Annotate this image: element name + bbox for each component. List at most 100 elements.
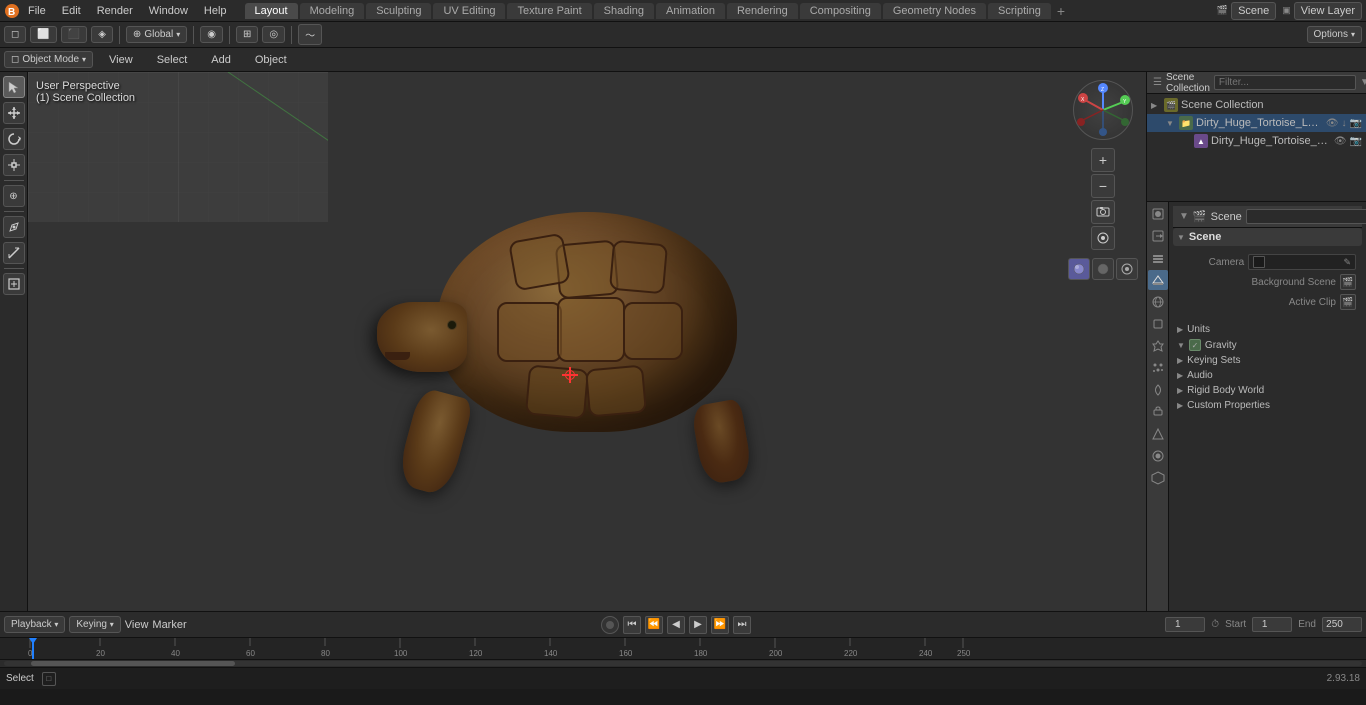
prop-tab-world[interactable] xyxy=(1148,292,1168,312)
outliner-scene-collection[interactable]: ▶ 🎬 Scene Collection xyxy=(1147,96,1366,114)
prop-tab-view-layer[interactable] xyxy=(1148,248,1168,268)
hide-viewport-icon[interactable]: 👁 xyxy=(1326,118,1339,129)
nav-view[interactable]: View xyxy=(101,52,141,68)
viewport-3d[interactable]: User Perspective (1) Scene Collection Z … xyxy=(28,72,1146,611)
outliner-item-tortoise-mesh[interactable]: ▲ Dirty_Huge_Tortoise_Lyir... 👁 📷 xyxy=(1147,132,1366,150)
timeline-scrollbar[interactable] xyxy=(0,659,1366,667)
prop-tab-modifier[interactable] xyxy=(1148,336,1168,356)
timeline-scrubber[interactable]: 0 20 40 60 80 100 120 140 160 180 200 22… xyxy=(0,637,1366,659)
jump-to-start-btn[interactable]: ⏮ xyxy=(623,616,641,634)
camera-prop-value[interactable]: ✎ xyxy=(1248,254,1356,270)
outliner-item-tortoise-collection[interactable]: ▼ 📁 Dirty_Huge_Tortoise_Lying_P... 👁 ↓ 📷 xyxy=(1147,114,1366,132)
curve-btn[interactable]: 〜 xyxy=(298,24,322,45)
prop-tab-particles[interactable] xyxy=(1148,358,1168,378)
menu-help[interactable]: Help xyxy=(196,3,235,19)
prop-tab-constraints[interactable] xyxy=(1148,402,1168,422)
prop-tab-output[interactable] xyxy=(1148,226,1168,246)
prop-tab-material[interactable] xyxy=(1148,446,1168,466)
gravity-section-header[interactable]: ▼ ✓ Gravity xyxy=(1173,337,1362,353)
zoom-out-btn[interactable]: − xyxy=(1091,174,1115,198)
tab-geometry-nodes[interactable]: Geometry Nodes xyxy=(883,3,986,19)
hide-select-icon[interactable]: ↓ xyxy=(1342,118,1347,129)
add-object-btn[interactable] xyxy=(3,273,25,295)
prop-tab-physics[interactable] xyxy=(1148,380,1168,400)
timeline-scrollbar-track[interactable] xyxy=(4,661,1362,666)
tab-scripting[interactable]: Scripting xyxy=(988,3,1051,19)
prop-tab-object[interactable] xyxy=(1148,314,1168,334)
zoom-in-btn[interactable]: + xyxy=(1091,148,1115,172)
scene-section-header[interactable]: ▼ Scene xyxy=(1173,228,1362,246)
mesh-hide-render-icon[interactable]: 📷 xyxy=(1350,136,1362,147)
viewport-shading-material-btn[interactable] xyxy=(1092,258,1114,280)
prop-tab-data[interactable] xyxy=(1148,424,1168,444)
jump-to-end-btn[interactable]: ⏭ xyxy=(733,616,751,634)
outliner-filter-btn[interactable]: ▼ xyxy=(1360,77,1366,88)
timeline-marker-menu[interactable]: Marker xyxy=(152,619,186,631)
menu-edit[interactable]: Edit xyxy=(54,3,89,19)
mesh-hide-viewport-icon[interactable]: 👁 xyxy=(1334,136,1347,147)
current-frame-input[interactable] xyxy=(1165,617,1205,632)
tab-texture-paint[interactable]: Texture Paint xyxy=(507,3,591,19)
prop-tab-render[interactable] xyxy=(1148,204,1168,224)
measure-tool-btn[interactable] xyxy=(3,242,25,264)
tab-rendering[interactable]: Rendering xyxy=(727,3,798,19)
hide-render-icon[interactable]: 📷 xyxy=(1350,118,1362,129)
view-overlay-btn[interactable] xyxy=(1091,226,1115,250)
menu-window[interactable]: Window xyxy=(141,3,196,19)
nav-select[interactable]: Select xyxy=(149,52,196,68)
proportional-btn[interactable]: ◎ xyxy=(262,26,285,43)
step-back-btn[interactable]: ⏪ xyxy=(645,616,663,634)
viewport-shading-solid-btn[interactable] xyxy=(1068,258,1090,280)
nav-add[interactable]: Add xyxy=(203,52,239,68)
transform-tool-btn[interactable]: ⊕ xyxy=(3,185,25,207)
object-mode-dropdown[interactable]: ◻ Object Mode ▾ xyxy=(4,51,93,68)
prop-tab-scene[interactable] xyxy=(1148,270,1168,290)
step-forward-btn[interactable]: ⏩ xyxy=(711,616,729,634)
mode-toggle-btn[interactable]: ◻ xyxy=(4,26,26,43)
tab-compositing[interactable]: Compositing xyxy=(800,3,881,19)
camera-edit-icon[interactable]: ✎ xyxy=(1343,257,1351,268)
view-layer-dropdown[interactable]: View Layer xyxy=(1294,2,1362,20)
audio-section-header[interactable]: ▶ Audio xyxy=(1173,368,1362,383)
units-section-header[interactable]: ▶ Units xyxy=(1173,322,1362,337)
active-clip-icon-btn[interactable]: 🎬 xyxy=(1340,294,1356,310)
custom-properties-section-header[interactable]: ▶ Custom Properties xyxy=(1173,398,1362,413)
keying-dropdown[interactable]: Keying ▾ xyxy=(69,616,120,633)
camera-btn[interactable] xyxy=(1091,200,1115,224)
gravity-checkbox[interactable]: ✓ xyxy=(1189,339,1201,351)
properties-search-input[interactable] xyxy=(1246,209,1366,224)
reverse-play-btn[interactable]: ◀ xyxy=(667,616,685,634)
move-tool-btn[interactable] xyxy=(3,102,25,124)
timeline-view-menu[interactable]: View xyxy=(125,619,149,631)
play-btn[interactable]: ▶ xyxy=(689,616,707,634)
tab-sculpting[interactable]: Sculpting xyxy=(366,3,431,19)
keying-sets-section-header[interactable]: ▶ Keying Sets xyxy=(1173,353,1362,368)
tab-modeling[interactable]: Modeling xyxy=(300,3,365,19)
tab-layout[interactable]: Layout xyxy=(245,3,298,19)
viewport-shading-rendered-btn[interactable] xyxy=(1116,258,1138,280)
outliner-search-input[interactable] xyxy=(1214,75,1356,90)
options-btn[interactable]: Options ▾ xyxy=(1307,26,1362,43)
select-circle-btn[interactable]: ⬛ xyxy=(61,26,87,43)
scene-dropdown[interactable]: Scene xyxy=(1231,2,1276,20)
timeline-scrollbar-thumb[interactable] xyxy=(31,661,235,666)
tab-uv-editing[interactable]: UV Editing xyxy=(433,3,505,19)
nav-gizmo[interactable]: Z Y X xyxy=(1073,80,1133,140)
scale-tool-btn[interactable] xyxy=(3,154,25,176)
playback-dropdown[interactable]: Playback ▾ xyxy=(4,616,65,633)
prop-tab-shader[interactable] xyxy=(1148,468,1168,488)
cursor-tool-btn[interactable] xyxy=(3,76,25,98)
rotate-tool-btn[interactable] xyxy=(3,128,25,150)
snap-btn[interactable]: ⊞ xyxy=(236,26,258,43)
tab-animation[interactable]: Animation xyxy=(656,3,725,19)
nav-object[interactable]: Object xyxy=(247,52,295,68)
menu-file[interactable]: File xyxy=(20,3,54,19)
annotate-tool-btn[interactable] xyxy=(3,216,25,238)
add-workspace-btn[interactable]: + xyxy=(1057,3,1065,19)
record-btn[interactable] xyxy=(601,616,619,634)
pivot-btn[interactable]: ◉ xyxy=(200,26,223,43)
start-frame-input[interactable] xyxy=(1252,617,1292,632)
select-lasso-btn[interactable]: ◈ xyxy=(91,26,113,43)
select-box-btn[interactable]: ⬜ xyxy=(30,26,56,43)
background-scene-icon-btn[interactable]: 🎬 xyxy=(1340,274,1356,290)
